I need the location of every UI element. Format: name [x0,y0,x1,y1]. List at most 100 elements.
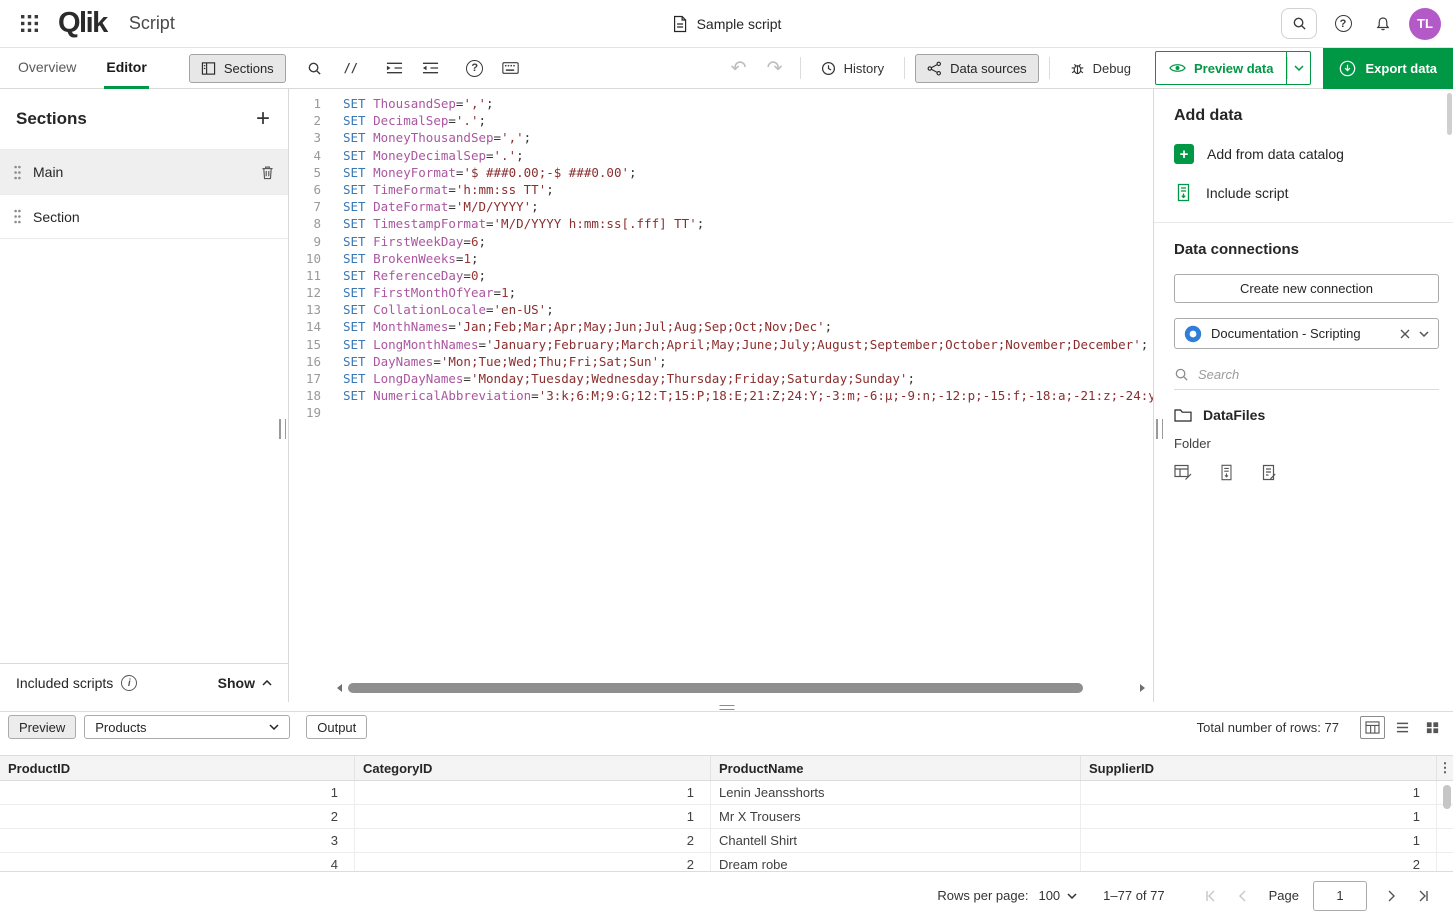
chevron-down-icon [1294,65,1304,71]
code-line[interactable]: SET BrokenWeeks=1; [343,250,1153,267]
notifications-button[interactable] [1369,10,1397,38]
comment-button[interactable]: // [336,53,366,83]
next-page-button[interactable] [1378,883,1404,909]
previous-page-button[interactable] [1230,883,1256,909]
data-sources-button[interactable]: Data sources [915,54,1039,83]
scroll-left-arrow[interactable] [337,684,342,692]
preview-tab-button[interactable]: Preview [8,715,76,739]
select-data-icon [1174,464,1193,481]
preview-data-button[interactable]: Preview data [1155,51,1288,85]
table-scrollbar-thumb[interactable] [1443,785,1451,809]
code-line[interactable]: SET FirstWeekDay=6; [343,233,1153,250]
code-line[interactable] [343,404,1153,421]
find-replace-button[interactable] [300,53,330,83]
column-header[interactable]: ProductName [711,756,1081,780]
create-connection-button[interactable]: Create new connection [1174,274,1439,303]
code-line[interactable]: SET ThousandSep=','; [343,95,1153,112]
line-number: 13 [289,301,321,318]
panel-scrollbar-thumb[interactable] [1447,93,1452,135]
preview-table: ProductIDCategoryIDProductNameSupplierID… [0,755,1453,872]
sidebar-item-section[interactable]: Section [0,194,288,239]
code-line[interactable]: SET TimestampFormat='M/D/YYYY h:mm:ss[.f… [343,215,1153,232]
output-tab-button[interactable]: Output [306,715,367,739]
include-script-button[interactable]: Include script [1174,183,1439,202]
code-line[interactable]: SET MoneyThousandSep=','; [343,129,1153,146]
connection-search[interactable] [1174,359,1439,390]
table-scrollbar[interactable] [1443,785,1451,869]
drag-handle-icon[interactable] [14,165,21,180]
code-line[interactable]: SET DateFormat='M/D/YYYY'; [343,198,1153,215]
sections-title: Sections [16,109,87,129]
table-view-button[interactable] [1360,716,1385,739]
sidebar-item-main[interactable]: Main [0,149,288,194]
scrollbar-thumb[interactable] [348,683,1083,693]
code-line[interactable]: SET FirstMonthOfYear=1; [343,284,1153,301]
column-header[interactable]: CategoryID [355,756,711,780]
code-area[interactable]: 12345678910111213141516171819 SET Thousa… [289,89,1153,678]
drag-handle-icon[interactable] [14,209,21,224]
document-title-area[interactable]: Sample script [672,15,782,33]
sections-toggle-button[interactable]: Sections [189,54,286,83]
scrollbar-track[interactable] [346,683,1136,693]
code-line[interactable]: SET TimeFormat='h:mm:ss TT'; [343,181,1153,198]
debug-button[interactable]: Debug [1060,53,1141,83]
column-header[interactable]: SupplierID [1081,756,1437,780]
first-page-button[interactable] [1198,883,1224,909]
search-input[interactable] [1198,367,1439,382]
select-data-button[interactable] [1174,464,1193,481]
delete-section-button[interactable] [261,165,274,180]
column-header[interactable]: ProductID [0,756,355,780]
column-menu-cell[interactable]: ⋮ [1437,756,1453,780]
code-line[interactable]: SET LongMonthNames='January;February;Mar… [343,336,1153,353]
clear-connection-button[interactable] [1400,329,1410,339]
last-page-button[interactable] [1410,883,1436,909]
show-included-scripts-button[interactable]: Show [218,675,272,691]
add-from-catalog-button[interactable]: + Add from data catalog [1174,144,1439,164]
scroll-right-arrow[interactable] [1140,684,1145,692]
add-section-button[interactable]: + [256,109,270,129]
undo-button[interactable]: ↶ [724,53,754,83]
code-line[interactable]: SET MonthNames='Jan;Feb;Mar;Apr;May;Jun;… [343,318,1153,335]
indent-button[interactable] [380,53,410,83]
tab-overview[interactable]: Overview [16,48,78,89]
export-data-button[interactable]: Export data [1323,48,1453,89]
avatar[interactable]: TL [1409,8,1441,40]
history-button[interactable]: History [811,53,894,83]
datafiles-connection[interactable]: DataFiles [1174,407,1439,423]
tab-editor[interactable]: Editor [104,48,148,89]
code-line[interactable]: SET NumericalAbbreviation='3:k;6:M;9:G;1… [343,387,1153,404]
edit-connection-button[interactable] [1260,464,1277,481]
shortcuts-button[interactable] [496,53,526,83]
table-selector[interactable]: Products [84,715,290,739]
code-line[interactable]: SET LongDayNames='Monday;Tuesday;Wednesd… [343,370,1153,387]
redo-button[interactable]: ↷ [760,53,790,83]
code-lines[interactable]: SET ThousandSep=',';SET DecimalSep='.';S… [333,95,1153,678]
panel-resize-handle[interactable] [1156,419,1163,439]
rows-per-page-select[interactable]: 100 [1038,888,1077,903]
connection-select[interactable]: Documentation - Scripting [1174,318,1439,349]
chevron-down-icon[interactable] [1419,331,1429,337]
panel-splitter[interactable] [0,702,1453,711]
code-editor[interactable]: 12345678910111213141516171819 SET Thousa… [289,89,1153,702]
code-line[interactable]: SET ReferenceDay=0; [343,267,1153,284]
help-button[interactable]: ? [1329,10,1357,38]
line-number: 4 [289,147,321,164]
splitter-handle-icon[interactable] [719,705,734,710]
code-line[interactable]: SET CollationLocale='en-US'; [343,301,1153,318]
list-view-button[interactable] [1390,716,1415,739]
code-line[interactable]: SET MoneyFormat='$ ###0.00;-$ ###0.00'; [343,164,1153,181]
insert-script-button[interactable] [1218,464,1235,481]
sidebar-resize-handle[interactable] [279,419,286,439]
app-launcher-button[interactable] [14,9,44,39]
horizontal-scrollbar[interactable] [337,680,1145,696]
grid-view-button[interactable] [1420,716,1445,739]
page-number-input[interactable] [1313,881,1367,911]
preview-data-dropdown-button[interactable] [1287,51,1311,85]
info-icon[interactable]: i [121,675,137,691]
global-search-button[interactable] [1281,8,1317,39]
syntax-help-button[interactable]: ? [460,53,490,83]
outdent-button[interactable] [416,53,446,83]
code-line[interactable]: SET DecimalSep='.'; [343,112,1153,129]
code-line[interactable]: SET MoneyDecimalSep='.'; [343,147,1153,164]
code-line[interactable]: SET DayNames='Mon;Tue;Wed;Thu;Fri;Sat;Su… [343,353,1153,370]
